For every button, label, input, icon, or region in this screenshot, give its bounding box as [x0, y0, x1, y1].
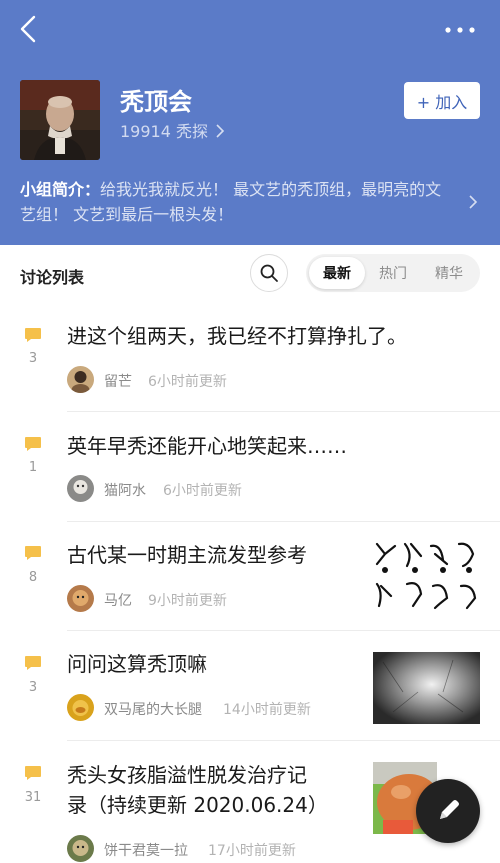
post-time: 14小时前更新 — [223, 702, 311, 718]
intro-label: 小组简介： — [20, 180, 101, 199]
author-name[interactable]: 马亿 — [104, 590, 132, 610]
tab-latest[interactable]: 最新 — [309, 257, 365, 289]
member-unit: 秃探 — [176, 122, 209, 141]
comment-bubble-icon — [25, 766, 41, 780]
chevron-right-icon — [216, 124, 225, 138]
search-icon — [260, 264, 278, 282]
comment-bubble-icon — [25, 328, 41, 342]
post-title-line-2[interactable]: 录（持续更新 2020.06.24） — [67, 790, 328, 820]
comment-count: 8 — [28, 570, 38, 585]
list-item[interactable]: 8 古代某一时期主流发型参考 马亿 9小时前更新 — [0, 522, 500, 632]
more-dots-icon[interactable] — [440, 20, 480, 40]
compose-button[interactable] — [416, 779, 480, 843]
comment-count: 3 — [28, 680, 38, 695]
list-item[interactable]: 1 英年早秃还能开心地笑起来…… 猫阿水 6小时前更新 — [0, 413, 500, 523]
member-count-link[interactable]: 19914 秃探 — [120, 118, 225, 142]
search-button[interactable] — [250, 254, 288, 292]
list-item[interactable]: 3 问问这算秃顶嘛 双马尾的大长腿 14小时前更新 — [0, 632, 500, 742]
avatar[interactable] — [67, 475, 94, 502]
author-name[interactable]: 饼干君莫一拉 — [104, 840, 188, 860]
post-title[interactable]: 英年早秃还能开心地笑起来…… — [67, 431, 347, 461]
divider — [67, 630, 500, 631]
group-avatar[interactable] — [20, 80, 100, 160]
back-arrow-icon[interactable] — [14, 14, 44, 44]
avatar[interactable] — [67, 835, 94, 862]
chevron-right-icon[interactable] — [466, 194, 480, 210]
join-button[interactable]: + 加入 — [404, 82, 480, 119]
post-time: 9小时前更新 — [148, 593, 227, 609]
post-title-line-1[interactable]: 秃头女孩脂溢性脱发治疗记 — [67, 760, 307, 790]
post-time: 6小时前更新 — [148, 374, 227, 390]
post-thumbnail[interactable] — [373, 652, 480, 724]
avatar[interactable] — [67, 366, 94, 393]
list-title: 讨论列表 — [20, 268, 85, 287]
group-intro[interactable]: 小组简介：给我光我就反光！ 最文艺的秃顶组，最明亮的文艺组！ 文艺到最后一根头发… — [20, 177, 450, 227]
author-name[interactable]: 双马尾的大长腿 — [104, 699, 202, 719]
comment-count: 31 — [24, 790, 42, 805]
post-time: 6小时前更新 — [163, 483, 242, 499]
group-name: 秃顶会 — [120, 88, 192, 116]
discussion-list-bar: 讨论列表 最新 热门 精华 — [0, 245, 500, 303]
sort-segmented-control: 最新 热门 精华 — [306, 254, 480, 292]
list-item[interactable]: 3 进这个组两天，我已经不打算挣扎了。 留芒 6小时前更新 — [0, 303, 500, 413]
post-thumbnail[interactable] — [373, 540, 480, 612]
avatar[interactable] — [67, 585, 94, 612]
post-title[interactable]: 问问这算秃顶嘛 — [67, 649, 207, 679]
comment-bubble-icon — [25, 437, 41, 451]
post-title[interactable]: 古代某一时期主流发型参考 — [67, 540, 307, 570]
avatar[interactable] — [67, 694, 94, 721]
pencil-icon — [440, 800, 459, 819]
comment-count: 3 — [28, 351, 38, 366]
author-name[interactable]: 猫阿水 — [104, 480, 146, 500]
post-time: 17小时前更新 — [208, 843, 296, 859]
tab-featured[interactable]: 精华 — [421, 257, 477, 289]
comment-count: 1 — [28, 460, 38, 475]
comment-bubble-icon — [25, 546, 41, 560]
comment-bubble-icon — [25, 656, 41, 670]
post-title[interactable]: 进这个组两天，我已经不打算挣扎了。 — [67, 321, 407, 351]
author-name[interactable]: 留芒 — [104, 371, 132, 391]
tab-hot[interactable]: 热门 — [365, 257, 421, 289]
group-header: 秃顶会 19914 秃探 + 加入 小组简介：给我光我就反光！ 最文艺的秃顶组，… — [0, 0, 500, 245]
divider — [67, 740, 500, 741]
divider — [67, 411, 500, 412]
member-count: 19914 — [120, 122, 171, 141]
